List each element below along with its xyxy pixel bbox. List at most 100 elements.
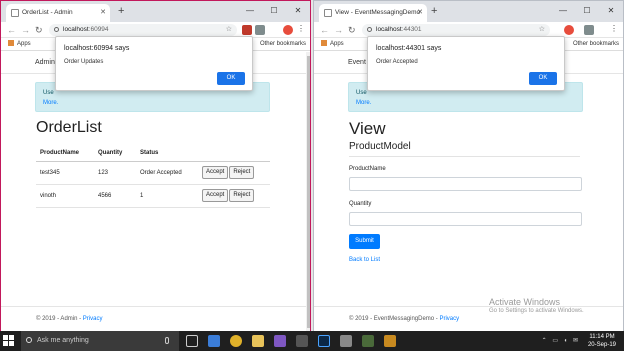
window-controls: — ☐ ✕ bbox=[551, 1, 623, 22]
maximize-icon[interactable]: ☐ bbox=[262, 1, 286, 22]
task-view-icon[interactable] bbox=[186, 335, 198, 347]
reject-button[interactable]: Reject bbox=[229, 166, 255, 179]
clock-date: 20-Sep-19 bbox=[587, 342, 616, 348]
cell-product: test345 bbox=[36, 161, 94, 185]
navbar-brand[interactable]: Event bbox=[348, 59, 366, 66]
menu-icon[interactable]: ⋮ bbox=[610, 23, 618, 35]
maximize-icon[interactable]: ☐ bbox=[575, 1, 599, 22]
page-title: OrderList bbox=[36, 119, 102, 136]
desktop: OrderList - Admin ✕ + — ☐ ✕ ← → ↻ localh… bbox=[0, 0, 624, 351]
table-header-row: ProductName Quantity Status bbox=[36, 146, 270, 162]
reject-button[interactable]: Reject bbox=[229, 189, 255, 202]
reload-icon[interactable]: ↻ bbox=[348, 23, 356, 37]
footer-text: © 2019 - EventMessagingDemo - bbox=[349, 316, 440, 322]
quantity-input[interactable] bbox=[349, 212, 582, 226]
cell-quantity: 123 bbox=[94, 161, 136, 185]
footer-text: © 2019 - Admin - bbox=[36, 316, 83, 322]
accept-button[interactable]: Accept bbox=[202, 166, 229, 179]
address-bar[interactable]: localhost:60994 ☆ bbox=[49, 24, 237, 36]
privacy-link[interactable]: Privacy bbox=[83, 316, 103, 322]
accept-button[interactable]: Accept bbox=[202, 189, 229, 202]
forward-icon[interactable]: → bbox=[21, 23, 30, 37]
alert-dialog-left: localhost:60994 says Order Updates OK bbox=[55, 36, 253, 91]
photoshop-icon[interactable] bbox=[318, 335, 330, 347]
profile-avatar-icon[interactable] bbox=[564, 25, 574, 35]
address-host: localhost bbox=[376, 26, 402, 33]
page-favicon-icon bbox=[324, 9, 332, 17]
reload-icon[interactable]: ↻ bbox=[35, 23, 43, 37]
navbar-brand[interactable]: Admin bbox=[35, 59, 55, 66]
privacy-link[interactable]: Privacy bbox=[439, 316, 459, 322]
taskbar-search[interactable]: Ask me anything bbox=[21, 331, 179, 351]
back-icon[interactable]: ← bbox=[7, 23, 16, 37]
extension-icon[interactable] bbox=[242, 25, 252, 35]
dialog-ok-button[interactable]: OK bbox=[217, 72, 245, 85]
info-icon bbox=[54, 27, 59, 32]
taskbar-clock[interactable]: 11:14 PM 20-Sep-19 bbox=[588, 333, 616, 349]
app-icon[interactable] bbox=[362, 335, 374, 347]
alert-more-link[interactable]: More. bbox=[356, 100, 371, 106]
other-bookmarks[interactable]: Other bookmarks bbox=[260, 38, 306, 51]
other-bookmarks[interactable]: Other bookmarks bbox=[573, 38, 619, 51]
bookmark-apps[interactable]: Apps bbox=[8, 38, 31, 51]
tab-orderlist[interactable]: OrderList - Admin ✕ bbox=[6, 4, 110, 22]
page-favicon-icon bbox=[11, 9, 19, 17]
search-placeholder: Ask me anything bbox=[37, 337, 89, 344]
watermark-subtitle: Go to Settings to activate Windows. bbox=[489, 308, 584, 314]
close-window-icon[interactable]: ✕ bbox=[599, 1, 623, 22]
close-tab-icon[interactable]: ✕ bbox=[417, 4, 423, 22]
extension-icon[interactable] bbox=[255, 25, 265, 35]
clock-time: 11:14 PM bbox=[589, 334, 615, 340]
submit-button[interactable]: Submit bbox=[349, 234, 380, 249]
minimize-icon[interactable]: — bbox=[238, 1, 262, 22]
product-name-label: ProductName bbox=[349, 166, 386, 172]
table-row: vinoth 4566 1 Accept Reject bbox=[36, 184, 270, 208]
bookmark-star-icon[interactable]: ☆ bbox=[226, 24, 232, 36]
column-header: ProductName bbox=[36, 146, 94, 162]
back-icon[interactable]: ← bbox=[320, 23, 329, 37]
address-port: :60994 bbox=[88, 26, 109, 33]
microphone-icon[interactable] bbox=[165, 337, 169, 344]
app-icon[interactable] bbox=[384, 335, 396, 347]
visual-studio-icon[interactable] bbox=[274, 335, 286, 347]
new-tab-icon[interactable]: + bbox=[431, 4, 437, 18]
page-content: Admin Use More. OrderList ProductName Qu… bbox=[1, 52, 310, 331]
chrome-icon[interactable] bbox=[230, 335, 242, 347]
bookmark-star-icon[interactable]: ☆ bbox=[539, 24, 545, 36]
scrollbar[interactable] bbox=[306, 52, 310, 331]
windows-start-icon[interactable] bbox=[3, 335, 15, 347]
tab-title: View - EventMessagingDemo bbox=[335, 9, 421, 16]
activation-watermark: Activate Windows Go to Settings to activ… bbox=[489, 297, 584, 314]
menu-icon[interactable]: ⋮ bbox=[297, 23, 305, 35]
address-bar[interactable]: localhost:44301 ☆ bbox=[362, 24, 550, 36]
bookmark-apps[interactable]: Apps bbox=[321, 38, 344, 51]
tab-view[interactable]: View - EventMessagingDemo ✕ bbox=[319, 4, 427, 22]
search-icon bbox=[26, 337, 32, 343]
divider bbox=[349, 156, 580, 157]
column-header: Quantity bbox=[94, 146, 136, 162]
dialog-message: Order Accepted bbox=[376, 59, 418, 65]
column-header: Status bbox=[136, 146, 198, 162]
file-explorer-icon[interactable] bbox=[252, 335, 264, 347]
address-port: :44301 bbox=[401, 26, 422, 33]
edge-icon[interactable] bbox=[208, 335, 220, 347]
close-tab-icon[interactable]: ✕ bbox=[100, 4, 106, 22]
close-window-icon[interactable]: ✕ bbox=[286, 1, 310, 22]
forward-icon[interactable]: → bbox=[334, 23, 343, 37]
cell-actions: Accept Reject bbox=[198, 184, 270, 208]
column-header-actions bbox=[198, 146, 270, 162]
new-tab-icon[interactable]: + bbox=[118, 4, 124, 18]
scrollbar-thumb[interactable] bbox=[307, 56, 310, 328]
site-footer: © 2019 - Admin - Privacy bbox=[1, 306, 310, 322]
back-to-list-link[interactable]: Back to List bbox=[349, 257, 380, 263]
dialog-ok-button[interactable]: OK bbox=[529, 72, 557, 85]
profile-avatar-icon[interactable] bbox=[283, 25, 293, 35]
alert-more-link[interactable]: More. bbox=[43, 100, 58, 106]
dialog-title: localhost:44301 says bbox=[376, 45, 442, 52]
app-icon[interactable] bbox=[340, 335, 352, 347]
extension-icon[interactable] bbox=[584, 25, 594, 35]
product-name-input[interactable] bbox=[349, 177, 582, 191]
system-tray-icons[interactable]: ⌃ ▭ ◖ ✉ bbox=[542, 337, 580, 344]
minimize-icon[interactable]: — bbox=[551, 1, 575, 22]
app-icon[interactable] bbox=[296, 335, 308, 347]
